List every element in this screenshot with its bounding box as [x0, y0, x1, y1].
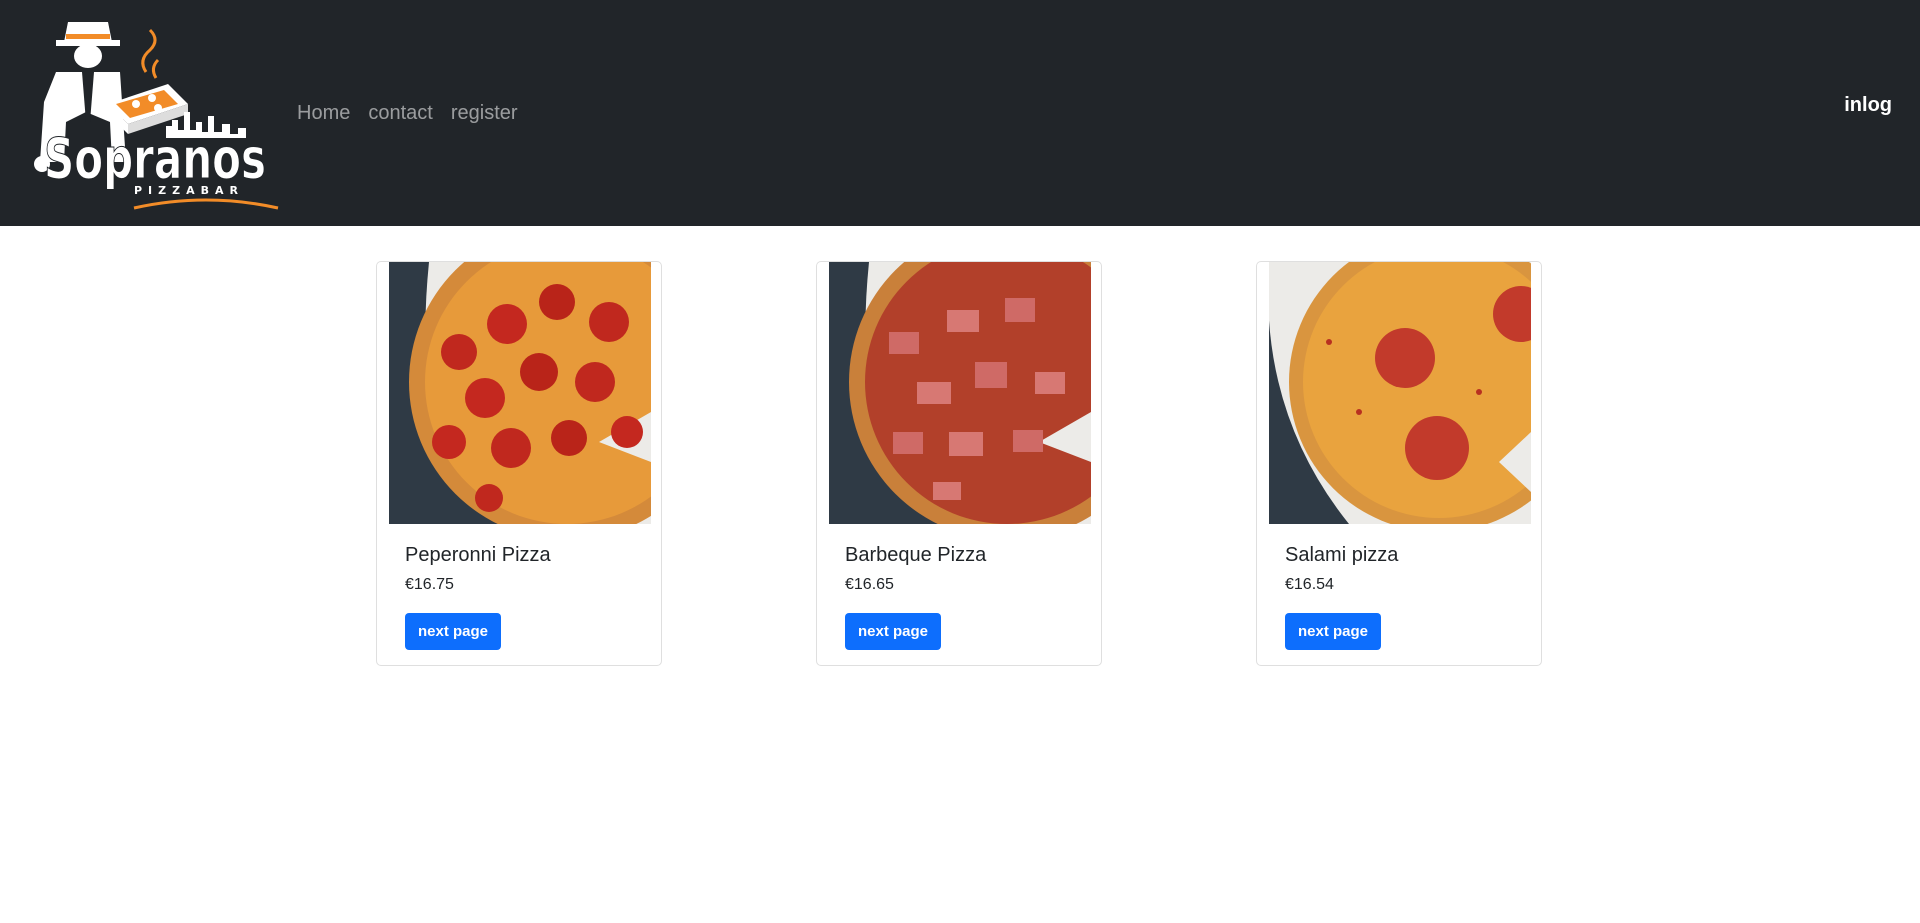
- sopranos-logo[interactable]: Sopranos PIZZABAR: [16, 12, 284, 216]
- product-card: Peperonni Pizza €16.75 next page: [376, 261, 662, 666]
- navbar: Sopranos PIZZABAR Home contact register …: [0, 0, 1920, 226]
- svg-text:PIZZABAR: PIZZABAR: [134, 184, 244, 197]
- product-name: Peperonni Pizza: [405, 544, 551, 566]
- product-card: Barbeque Pizza €16.65 next page: [816, 261, 1102, 666]
- nav-contact-link[interactable]: contact: [359, 98, 441, 128]
- product-name: Barbeque Pizza: [845, 544, 987, 566]
- nav-home-link[interactable]: Home: [290, 98, 359, 128]
- salami-pizza-image: [1269, 262, 1531, 524]
- main-nav: Home contact register: [290, 98, 527, 128]
- product-card: Salami pizza €16.54 next page: [1256, 261, 1542, 666]
- next-page-button[interactable]: next page: [1285, 613, 1382, 650]
- svg-text:Sopranos: Sopranos: [44, 127, 266, 192]
- nav-register-link[interactable]: register: [442, 98, 527, 128]
- bbq-pizza-image: [829, 262, 1091, 524]
- product-price: €16.54: [1285, 576, 1334, 593]
- pepperoni-pizza-image: [389, 262, 651, 524]
- product-price: €16.65: [845, 576, 894, 593]
- next-page-button[interactable]: next page: [845, 613, 942, 650]
- login-link[interactable]: inlog: [1844, 90, 1892, 120]
- product-price: €16.75: [405, 576, 454, 593]
- product-name: Salami pizza: [1285, 544, 1399, 566]
- next-page-button[interactable]: next page: [405, 613, 502, 650]
